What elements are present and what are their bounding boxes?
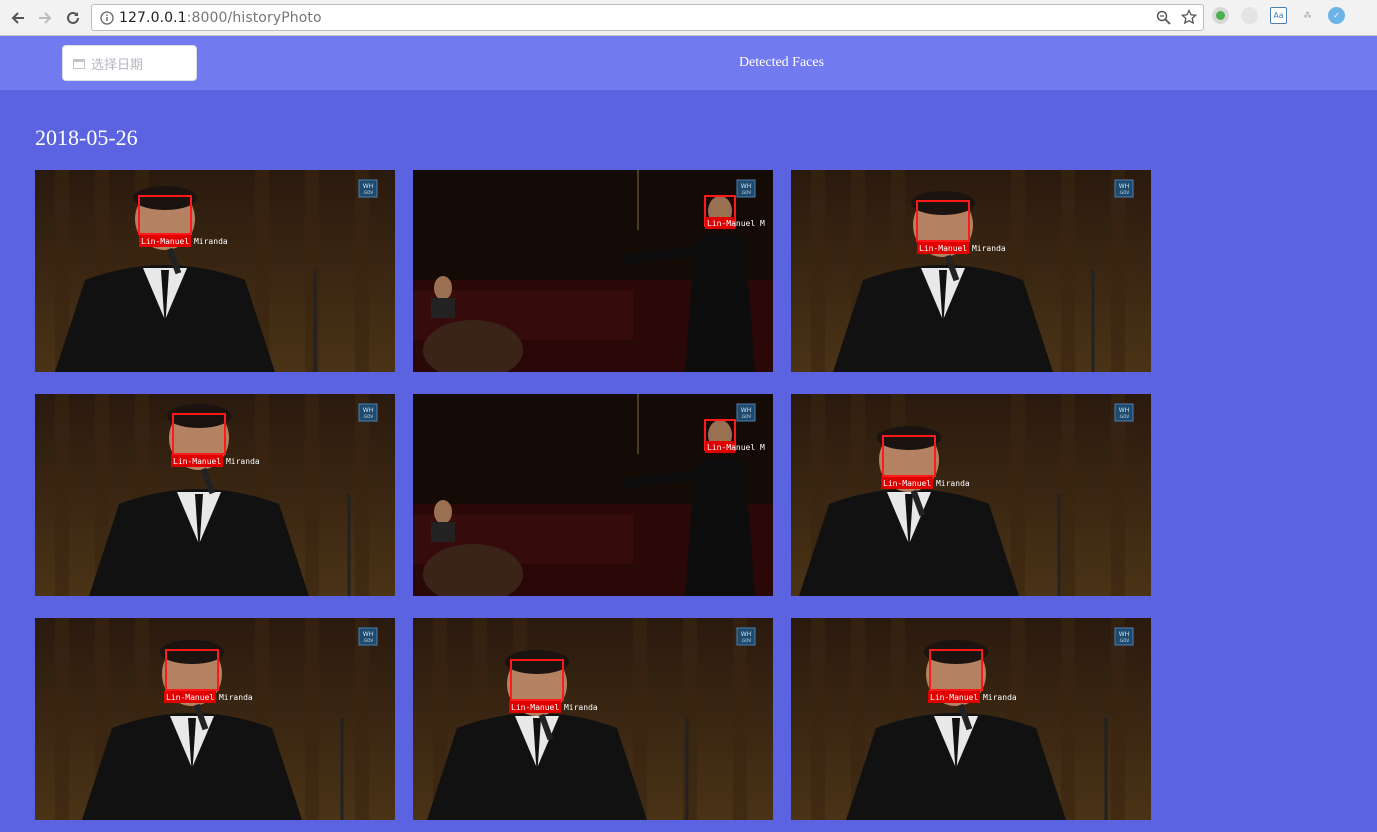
svg-text:.GOV: .GOV — [363, 638, 373, 643]
svg-text:WH: WH — [1119, 183, 1129, 190]
svg-text:.GOV: .GOV — [1119, 414, 1129, 419]
wh-watermark-logo: WH .GOV — [736, 627, 756, 646]
reload-button[interactable] — [61, 6, 85, 30]
svg-text:WH: WH — [363, 183, 373, 190]
url-text: 127.0.0.1:8000/historyPhoto — [119, 10, 322, 26]
detected-face-photo[interactable]: WH .GOV Lin-Manuel Miranda — [35, 618, 395, 820]
svg-text:.GOV: .GOV — [1119, 190, 1129, 195]
wh-watermark-logo: WH .GOV — [358, 627, 378, 646]
detected-face-photo[interactable]: WH .GOV Lin-Manuel M — [413, 170, 773, 372]
svg-text:WH: WH — [1119, 631, 1129, 638]
svg-text:.GOV: .GOV — [741, 414, 751, 419]
extension-swirl-icon[interactable] — [1241, 7, 1258, 24]
url-host: 127.0.0.1 — [119, 9, 187, 26]
svg-text:WH: WH — [363, 407, 373, 414]
face-name-label: Lin-Manuel Miranda — [919, 244, 1006, 253]
reload-icon — [67, 11, 79, 24]
wh-watermark-logo: WH .GOV — [358, 179, 378, 198]
zoom-icon[interactable] — [1156, 10, 1171, 30]
svg-text:WH: WH — [741, 407, 751, 414]
detected-face-photo[interactable]: WH .GOV Lin-Manuel Miranda — [35, 394, 395, 596]
detected-face-photo[interactable]: WH .GOV Lin-Manuel Miranda — [791, 618, 1151, 820]
bookmark-star-icon[interactable] — [1180, 8, 1198, 30]
extension-tree-icon[interactable]: ⁂ — [1299, 7, 1316, 24]
svg-text:WH: WH — [363, 631, 373, 638]
wh-watermark-logo: WH .GOV — [736, 179, 756, 198]
address-bar[interactable]: 127.0.0.1:8000/historyPhoto — [91, 4, 1204, 31]
svg-text:.GOV: .GOV — [363, 414, 373, 419]
wh-watermark-logo: WH .GOV — [1114, 403, 1134, 422]
face-name-label: Lin-Manuel Miranda — [141, 237, 228, 246]
svg-text:WH: WH — [1119, 407, 1129, 414]
svg-text:.GOV: .GOV — [741, 638, 751, 643]
wh-watermark-logo: WH .GOV — [736, 403, 756, 422]
info-icon[interactable] — [99, 10, 115, 26]
face-name-label: Lin-Manuel Miranda — [173, 457, 260, 466]
face-name-label: Lin-Manuel M — [707, 219, 765, 228]
wh-watermark-logo: WH .GOV — [1114, 179, 1134, 198]
arrow-right-icon — [39, 12, 52, 24]
svg-text:.GOV: .GOV — [363, 190, 373, 195]
extension-green-icon[interactable] — [1212, 7, 1229, 24]
svg-text:WH: WH — [741, 631, 751, 638]
photo-gallery: WH .GOV Lin-Manuel Miranda WH .GOV Lin-M… — [35, 170, 1151, 820]
url-path: :8000/historyPhoto — [186, 9, 322, 26]
detected-face-photo[interactable]: WH .GOV Lin-Manuel Miranda — [413, 618, 773, 820]
browser-toolbar: 127.0.0.1:8000/historyPhoto Aa ⁂ ✓ — [0, 0, 1377, 36]
wh-watermark-logo: WH .GOV — [1114, 627, 1134, 646]
face-name-label: Lin-Manuel Miranda — [883, 479, 970, 488]
extension-blue-icon[interactable]: ✓ — [1328, 7, 1345, 24]
face-name-label: Lin-Manuel Miranda — [930, 693, 1017, 702]
detected-face-photo[interactable]: WH .GOV Lin-Manuel M — [413, 394, 773, 596]
face-name-label: Lin-Manuel Miranda — [511, 703, 598, 712]
date-group-heading: 2018-05-26 — [35, 125, 138, 150]
back-button[interactable] — [6, 6, 30, 30]
face-name-label: Lin-Manuel Miranda — [166, 693, 253, 702]
face-name-label: Lin-Manuel M — [707, 443, 765, 452]
forward-button[interactable] — [33, 6, 57, 30]
extension-aa-icon[interactable]: Aa — [1270, 7, 1287, 24]
svg-text:.GOV: .GOV — [741, 190, 751, 195]
svg-text:WH: WH — [741, 183, 751, 190]
arrow-left-icon — [11, 12, 24, 24]
page-title: Detected Faces — [738, 55, 825, 70]
svg-text:.GOV: .GOV — [1119, 638, 1129, 643]
detected-face-photo[interactable]: WH .GOV Lin-Manuel Miranda — [791, 170, 1151, 372]
detected-face-photo[interactable]: WH .GOV Lin-Manuel Miranda — [791, 394, 1151, 596]
app-header: 选择日期 Detected Faces — [0, 36, 1377, 90]
detected-face-photo[interactable]: WH .GOV Lin-Manuel Miranda — [35, 170, 395, 372]
wh-watermark-logo: WH .GOV — [358, 403, 378, 422]
